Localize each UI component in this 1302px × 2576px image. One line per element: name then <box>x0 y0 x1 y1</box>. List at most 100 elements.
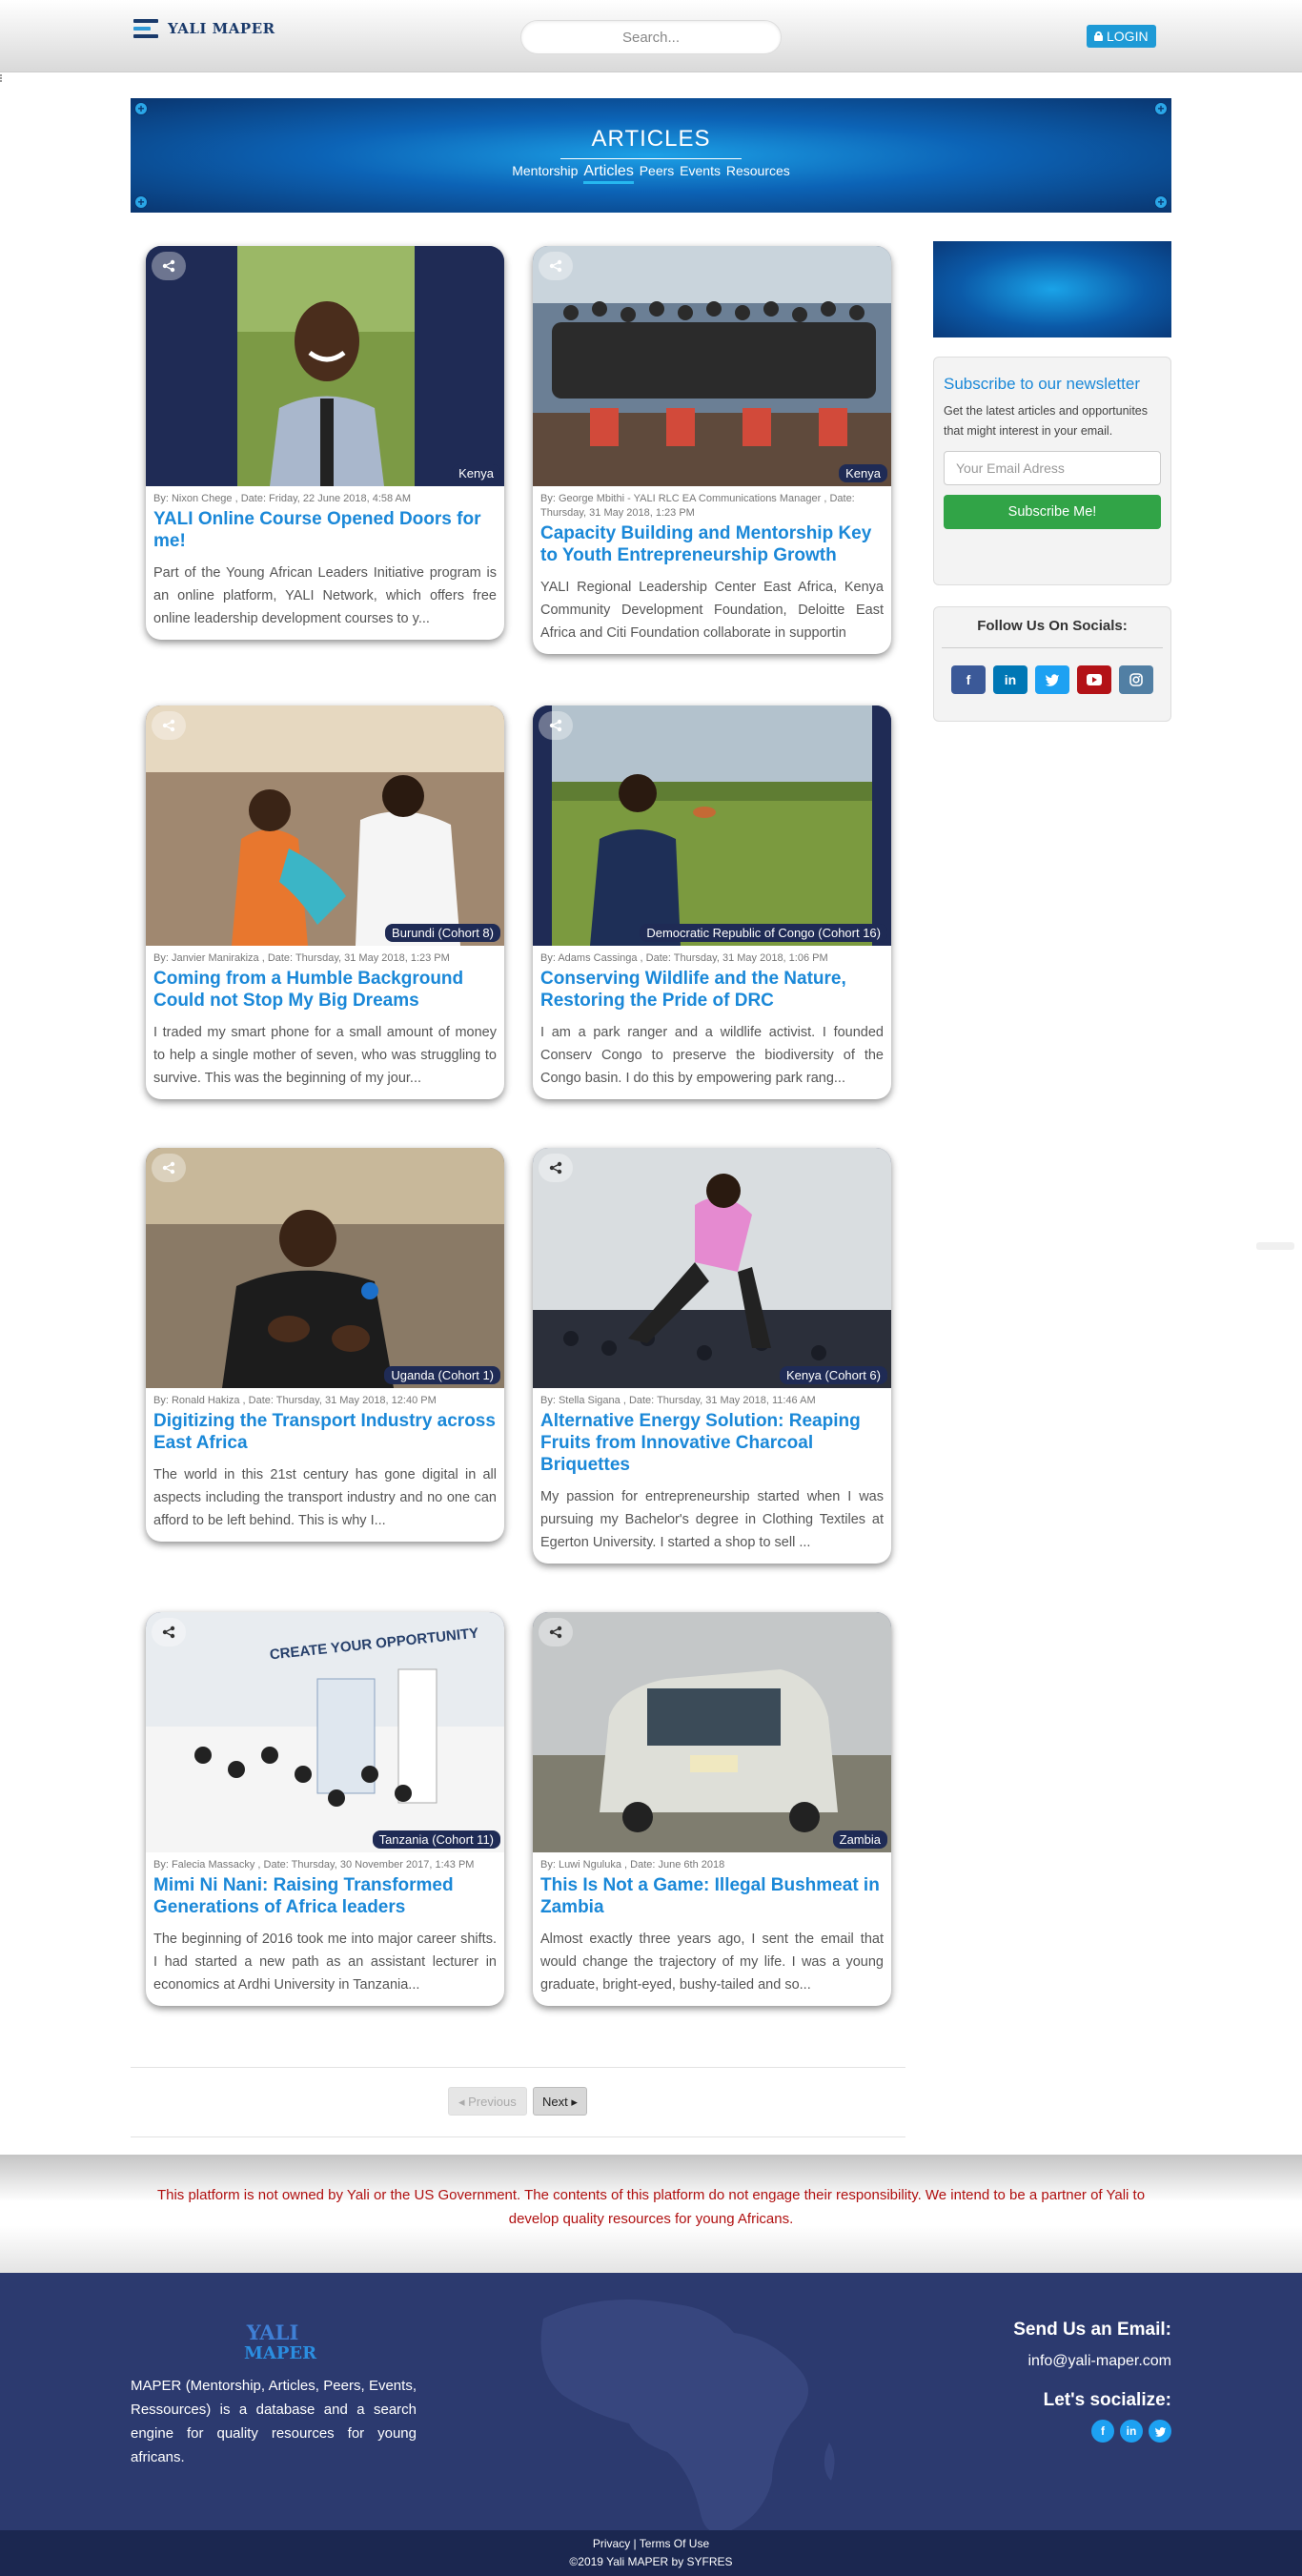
share-icon[interactable] <box>152 1618 186 1646</box>
brand-link[interactable]: YALI MAPER <box>133 19 275 38</box>
copyright-text: ©2019 Yali MAPER by SYFRES <box>569 2555 733 2568</box>
twitter-icon[interactable] <box>1035 665 1069 694</box>
article-card[interactable]: CREATE YOUR OPPORTUNITY Tanzania (Cohort… <box>146 1612 504 2006</box>
footer: YALI MAPER MAPER (Mentorship, Articles, … <box>0 2273 1302 2538</box>
menu-mentorship[interactable]: Mentorship <box>512 163 578 178</box>
article-photo <box>533 1148 891 1388</box>
article-card[interactable]: Burundi (Cohort 8) By: Janvier Manirakiz… <box>146 705 504 1099</box>
facebook-icon[interactable]: f <box>1091 2420 1114 2443</box>
linkedin-icon[interactable]: in <box>993 665 1027 694</box>
article-meta: By: Stella Sigana , Date: Thursday, 31 M… <box>540 1395 816 1406</box>
article-photo <box>146 246 504 486</box>
socialize-heading: Let's socialize: <box>1043 2390 1171 2410</box>
top-navbar: YALI MAPER Search... LOGIN <box>0 0 1302 72</box>
article-card[interactable]: Democratic Republic of Congo (Cohort 16)… <box>533 705 891 1099</box>
article-card[interactable]: Uganda (Cohort 1) By: Ronald Hakiza , Da… <box>146 1148 504 1542</box>
africa-map-graphic <box>540 2300 835 2534</box>
article-image[interactable]: Kenya <box>146 246 504 486</box>
contact-email-link[interactable]: info@yali-maper.com <box>1027 2353 1171 2370</box>
divider <box>131 2067 905 2068</box>
article-title-link[interactable]: This Is Not a Game: Illegal Bushmeat in … <box>533 1872 891 1918</box>
article-excerpt: YALI Regional Leadership Center East Afr… <box>540 580 884 641</box>
article-title-link[interactable]: Coming from a Humble Background Could no… <box>146 966 504 1012</box>
scroll-marker <box>0 74 4 82</box>
article-image[interactable]: Uganda (Cohort 1) <box>146 1148 504 1388</box>
social-panel: Follow Us On Socials: f in <box>933 606 1171 722</box>
article-image[interactable]: Zambia <box>533 1612 891 1852</box>
login-button[interactable]: LOGIN <box>1087 25 1156 48</box>
page-title: ARTICLES <box>560 126 742 159</box>
share-icon[interactable] <box>539 1618 573 1646</box>
share-icon[interactable] <box>152 711 186 740</box>
article-image[interactable]: Burundi (Cohort 8) <box>146 705 504 946</box>
article-meta: By: Adams Cassinga , Date: Thursday, 31 … <box>540 952 828 964</box>
article-image[interactable]: CREATE YOUR OPPORTUNITY Tanzania (Cohort… <box>146 1612 504 1852</box>
previous-button[interactable]: ◂ Previous <box>448 2087 527 2116</box>
article-excerpt: I traded my smart phone for a small amou… <box>153 1025 497 1086</box>
article-card[interactable]: Zambia By: Luwi Nguluka , Date: June 6th… <box>533 1612 891 2006</box>
next-button[interactable]: Next ▸ <box>533 2087 587 2116</box>
article-excerpt: The world in this 21st century has gone … <box>153 1467 497 1528</box>
menu-articles[interactable]: Articles <box>583 163 634 184</box>
corner-plus-icon: + <box>1154 102 1168 115</box>
linkedin-icon[interactable]: in <box>1120 2420 1143 2443</box>
article-meta: By: Luwi Nguluka , Date: June 6th 2018 <box>540 1859 725 1871</box>
footer-logo-line1: YALI <box>246 2320 299 2344</box>
article-card[interactable]: Kenya By: Nixon Chege , Date: Friday, 22… <box>146 246 504 640</box>
login-label: LOGIN <box>1107 29 1149 44</box>
twitter-icon[interactable] <box>1149 2420 1171 2443</box>
article-excerpt: Part of the Young African Leaders Initia… <box>153 565 497 626</box>
brand-name: YALI MAPER <box>168 20 275 37</box>
menu-events[interactable]: Events <box>680 163 721 178</box>
article-title-link[interactable]: Mimi Ni Nani: Raising Transformed Genera… <box>146 1872 504 1918</box>
location-badge: Burundi (Cohort 8) <box>385 924 500 942</box>
location-badge: Uganda (Cohort 1) <box>384 1366 500 1384</box>
article-image[interactable]: Kenya <box>533 246 891 486</box>
youtube-icon[interactable] <box>1077 665 1111 694</box>
facebook-icon[interactable]: f <box>951 665 986 694</box>
divider <box>942 647 1163 648</box>
article-title-link[interactable]: YALI Online Course Opened Doors for me! <box>146 506 504 552</box>
menu-resources[interactable]: Resources <box>726 163 790 178</box>
article-title-link[interactable]: Alternative Energy Solution: Reaping Fru… <box>533 1408 891 1476</box>
footer-logo-line2: MAPER <box>244 2343 317 2363</box>
location-badge: Democratic Republic of Congo (Cohort 16) <box>640 924 887 942</box>
location-badge: Kenya <box>839 464 887 482</box>
newsletter-title: Subscribe to our newsletter <box>944 375 1140 393</box>
share-icon[interactable] <box>539 1154 573 1182</box>
article-card[interactable]: Kenya (Cohort 6) By: Stella Sigana , Dat… <box>533 1148 891 1564</box>
share-icon[interactable] <box>152 252 186 280</box>
article-photo <box>533 705 891 946</box>
article-photo: CREATE YOUR OPPORTUNITY <box>146 1612 504 1852</box>
article-photo <box>533 1612 891 1852</box>
article-image[interactable]: Kenya (Cohort 6) <box>533 1148 891 1388</box>
corner-plus-icon: + <box>134 102 148 115</box>
article-title-link[interactable]: Digitizing the Transport Industry across… <box>146 1408 504 1454</box>
article-photo <box>146 1148 504 1388</box>
disclaimer-text: This platform is not owned by Yali or th… <box>156 2187 1146 2227</box>
article-meta: By: Falecia Massacky , Date: Thursday, 3… <box>153 1859 475 1871</box>
legal-links[interactable]: Privacy | Terms Of Use <box>0 2535 1302 2553</box>
email-field[interactable]: Your Email Adress <box>944 451 1161 485</box>
subscribe-button[interactable]: Subscribe Me! <box>944 495 1161 529</box>
footer-logo: YALI MAPER <box>244 2320 317 2364</box>
copyright-bar: Privacy | Terms Of Use ©2019 Yali MAPER … <box>0 2530 1302 2576</box>
search-input[interactable]: Search... <box>520 20 782 54</box>
lock-icon <box>1094 31 1103 41</box>
instagram-icon[interactable] <box>1119 665 1153 694</box>
menu-icon[interactable] <box>133 19 158 38</box>
menu-peers[interactable]: Peers <box>640 163 675 178</box>
article-image[interactable]: Democratic Republic of Congo (Cohort 16) <box>533 705 891 946</box>
article-title-link[interactable]: Capacity Building and Mentorship Key to … <box>533 521 891 566</box>
share-icon[interactable] <box>152 1154 186 1182</box>
share-icon[interactable] <box>539 711 573 740</box>
share-icon[interactable] <box>539 252 573 280</box>
article-card[interactable]: Kenya By: George Mbithi - YALI RLC EA Co… <box>533 246 891 654</box>
article-meta: By: George Mbithi - YALI RLC EA Communic… <box>540 493 855 519</box>
location-badge: Zambia <box>832 1830 887 1849</box>
newsletter-panel: Subscribe to our newsletter Get the late… <box>933 357 1171 585</box>
article-title-link[interactable]: Conserving Wildlife and the Nature, Rest… <box>533 966 891 1012</box>
side-handle[interactable] <box>1256 1242 1294 1250</box>
article-excerpt: My passion for entrepreneurship started … <box>540 1489 884 1550</box>
section-menu: Mentorship Articles Peers Events Resourc… <box>131 163 1171 184</box>
